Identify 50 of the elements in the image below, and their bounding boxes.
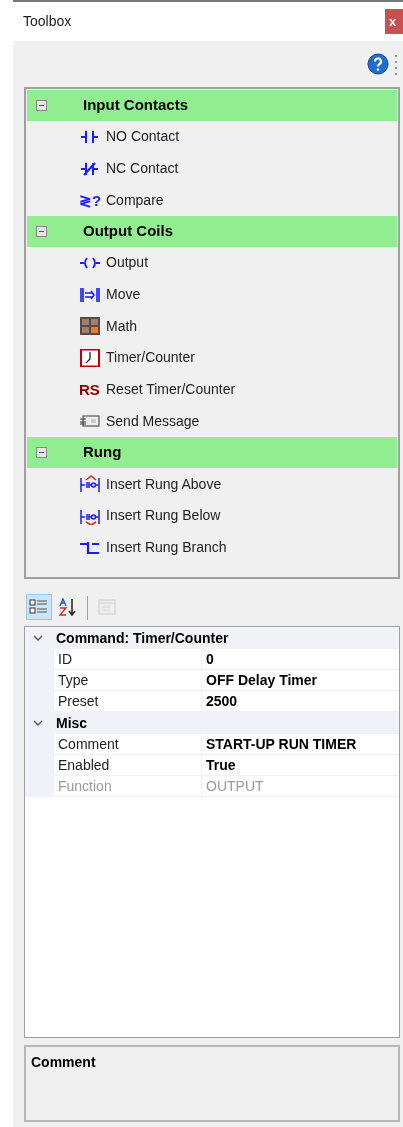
property-value[interactable]: 2500 bbox=[202, 691, 399, 711]
rung-icon bbox=[79, 475, 101, 494]
property-name: Function bbox=[54, 776, 202, 796]
collapse-icon[interactable] bbox=[36, 447, 47, 459]
categorized-button[interactable] bbox=[26, 594, 52, 620]
category-title: Command: Timer/Counter bbox=[56, 628, 229, 648]
toolbox-item[interactable]: Insert Rung Below bbox=[27, 499, 397, 532]
toolbox-item[interactable]: Send Message bbox=[27, 405, 397, 438]
close-button[interactable]: x bbox=[385, 9, 403, 34]
property-name: Comment bbox=[54, 734, 202, 754]
toolbox-item[interactable]: Insert Rung Branch bbox=[27, 531, 397, 564]
property-value[interactable]: 0 bbox=[202, 649, 399, 669]
toolbox-item[interactable]: RS Reset Timer/Counter bbox=[27, 373, 397, 406]
toolbox-item[interactable]: Math bbox=[27, 310, 397, 343]
toolbox-item[interactable]: Timer/Counter bbox=[27, 342, 397, 374]
clock-icon bbox=[79, 348, 101, 367]
property-value[interactable]: True bbox=[202, 755, 399, 775]
property-value[interactable]: OFF Delay Timer bbox=[202, 670, 399, 690]
window-title: Toolbox bbox=[23, 12, 72, 31]
group-header[interactable]: Output Coils bbox=[27, 216, 397, 248]
toolbox-item[interactable]: Insert Rung Above bbox=[27, 468, 397, 500]
property-name: ID bbox=[54, 649, 202, 669]
calculator-icon bbox=[79, 317, 101, 336]
group-title: Input Contacts bbox=[83, 95, 188, 116]
toolbox-item[interactable]: Move bbox=[27, 278, 397, 311]
chevron-down-icon[interactable] bbox=[33, 634, 43, 642]
symbol-icon: ≷? bbox=[79, 192, 101, 208]
property-name: Enabled bbox=[54, 755, 202, 775]
help-icon[interactable] bbox=[367, 53, 389, 75]
description-title: Comment bbox=[31, 1054, 96, 1070]
toolbox-item[interactable]: ≷? Compare bbox=[27, 184, 397, 217]
group-header[interactable]: Rung bbox=[27, 437, 397, 469]
chevron-down-icon[interactable] bbox=[33, 719, 43, 727]
grip-icon[interactable] bbox=[395, 53, 398, 75]
property-value[interactable]: START-UP RUN TIMER bbox=[202, 734, 399, 754]
group-title: Rung bbox=[83, 442, 122, 463]
collapse-icon[interactable] bbox=[36, 226, 47, 238]
collapse-icon[interactable] bbox=[36, 100, 47, 111]
toolbox-item[interactable]: NO Contact bbox=[27, 121, 397, 153]
category-title: Misc bbox=[56, 713, 88, 733]
symbol-icon: RS bbox=[79, 382, 101, 398]
category-row[interactable]: Misc bbox=[25, 712, 399, 734]
property-name: Type bbox=[54, 670, 202, 690]
group-title: Output Coils bbox=[83, 221, 173, 242]
toolbox-item[interactable]: Output bbox=[27, 247, 397, 279]
group-header[interactable]: Input Contacts bbox=[27, 90, 397, 121]
category-row[interactable]: Command: Timer/Counter bbox=[25, 627, 399, 649]
move-icon bbox=[79, 285, 101, 304]
property-name: Preset bbox=[54, 691, 202, 711]
toolbox-item[interactable]: NC Contact bbox=[27, 152, 397, 185]
